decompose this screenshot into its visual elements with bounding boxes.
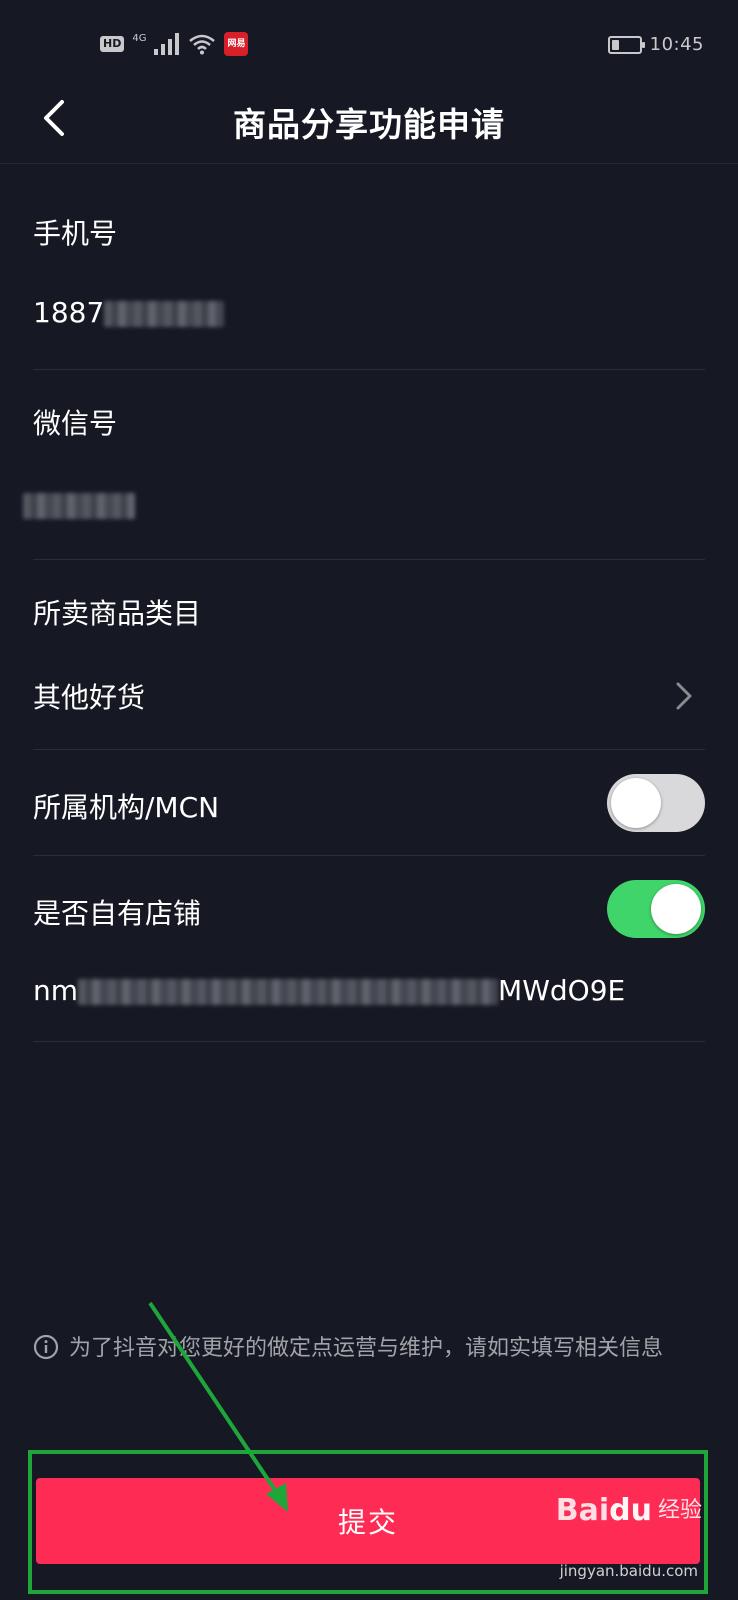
- notice-text: 为了抖音对您更好的做定点运营与维护，请如实填写相关信息: [69, 1336, 664, 1361]
- phone-section: 手机号 1887: [33, 164, 705, 370]
- status-bar: HD 4G 网易 10:45: [0, 0, 738, 90]
- shop-link-field[interactable]: nm MWdO9E: [33, 974, 625, 1007]
- screen: HD 4G 网易 10:45 商品分享功能申请 手机号 1887 微信号 所卖商…: [0, 0, 738, 1600]
- wifi-icon: [189, 34, 216, 55]
- category-section: 所卖商品类目 其他好货: [33, 560, 705, 750]
- category-selector[interactable]: 其他好货: [33, 660, 705, 730]
- app-notification-icon: 网易: [224, 32, 249, 56]
- shop-section: 是否自有店铺 nm MWdO9E: [33, 856, 705, 1042]
- wechat-section: 微信号: [23, 370, 705, 560]
- category-label: 所卖商品类目: [33, 597, 202, 630]
- watermark-text: 经验: [657, 1498, 702, 1523]
- watermark-url: jingyan.baidu.com: [559, 1562, 698, 1580]
- shop-link-prefix: nm: [33, 974, 79, 1007]
- status-left: HD 4G 网易: [100, 32, 249, 56]
- info-icon: [33, 1334, 59, 1360]
- category-value: 其他好货: [33, 681, 146, 714]
- shop-link-suffix: MWdO9E: [498, 974, 626, 1007]
- application-form: 手机号 1887 微信号 所卖商品类目 其他好货 所属机构/MCN 是否自有店铺…: [0, 164, 738, 1042]
- phone-value: 1887: [33, 296, 105, 329]
- mcn-section: 所属机构/MCN: [33, 750, 705, 856]
- phone-field[interactable]: 1887: [33, 296, 225, 329]
- wechat-field[interactable]: [23, 488, 135, 521]
- page-title: 商品分享功能申请: [233, 105, 505, 144]
- phone-label: 手机号: [33, 217, 118, 250]
- shop-label: 是否自有店铺: [33, 897, 202, 930]
- watermark-logo: Baidu: [555, 1493, 652, 1528]
- baidu-watermark: Baidu 经验: [556, 1492, 702, 1528]
- wechat-label: 微信号: [33, 407, 118, 440]
- nav-header: 商品分享功能申请: [0, 80, 738, 164]
- hd-badge: HD: [100, 36, 125, 52]
- shop-toggle[interactable]: [607, 880, 705, 938]
- redacted-mask: [78, 979, 499, 1005]
- battery-icon: [607, 35, 645, 54]
- toggle-knob: [651, 884, 701, 934]
- redacted-mask: [104, 301, 225, 327]
- chevron-right-icon: [676, 682, 692, 710]
- signal-icon: [154, 33, 180, 55]
- mcn-label: 所属机构/MCN: [33, 791, 220, 824]
- network-type: 4G: [132, 32, 147, 44]
- mcn-toggle[interactable]: [607, 774, 705, 832]
- status-right: 10:45: [607, 34, 704, 55]
- clock: 10:45: [649, 34, 704, 55]
- redacted-mask: [23, 493, 135, 519]
- toggle-knob: [611, 778, 661, 828]
- info-notice: 为了抖音对您更好的做定点运营与维护，请如实填写相关信息: [33, 1330, 688, 1368]
